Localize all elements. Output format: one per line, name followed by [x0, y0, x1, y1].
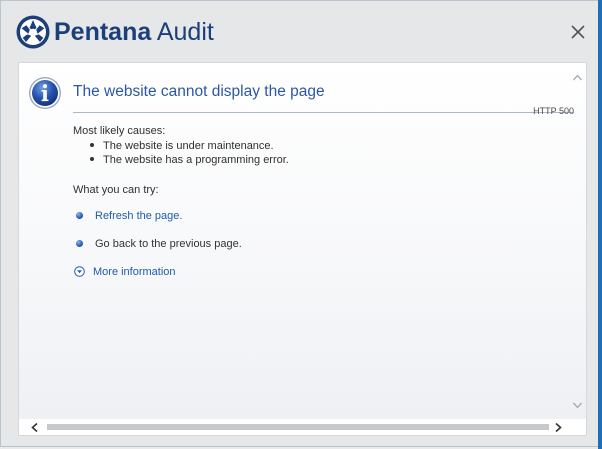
cause-text: The website is under maintenance. — [103, 140, 274, 152]
app-brand-title: Pentana Audit — [54, 15, 214, 49]
vertical-scrollbar[interactable] — [569, 63, 586, 419]
more-information-toggle[interactable]: More information — [74, 265, 176, 278]
horizontal-scroll-thumb[interactable] — [47, 424, 549, 430]
scroll-right-icon[interactable] — [554, 422, 563, 433]
scrollbar-corner — [569, 419, 586, 435]
scroll-up-icon[interactable] — [572, 73, 583, 82]
title-divider — [73, 112, 574, 113]
more-information-label: More information — [93, 266, 176, 278]
causes-heading: Most likely causes: — [73, 125, 166, 137]
action-label: Refresh the page. — [95, 210, 183, 222]
error-title: The website cannot display the page — [73, 83, 325, 100]
brand-name-bold: Pentana — [54, 18, 152, 46]
cause-text: The website has a programming error. — [103, 154, 289, 166]
bullet-dot — [90, 157, 94, 162]
blue-bullet-icon — [76, 211, 83, 219]
pentana-logo-icon — [16, 15, 50, 49]
try-heading: What you can try: — [73, 184, 159, 196]
scroll-left-icon[interactable] — [30, 422, 39, 433]
brand-name-regular: Audit — [151, 18, 214, 46]
action-label: Go back to the previous page. — [95, 238, 242, 250]
chevron-down-circle-icon — [74, 265, 85, 277]
scroll-down-icon[interactable] — [572, 401, 583, 410]
info-icon — [29, 77, 61, 109]
dialog-window: Pentana Audit The website cannot display… — [0, 0, 600, 447]
close-icon — [571, 25, 585, 39]
bullet-dot — [90, 143, 94, 148]
dialog-header: Pentana Audit — [1, 1, 601, 61]
horizontal-scrollbar[interactable] — [19, 419, 586, 435]
error-page: The website cannot display the page HTTP… — [19, 63, 586, 419]
http-status-code: HTTP 500 — [533, 106, 574, 116]
go-back-item: Go back to the previous page. — [76, 238, 242, 250]
blue-bullet-icon — [76, 239, 83, 247]
refresh-page-link[interactable]: Refresh the page. — [76, 210, 182, 222]
cause-item: The website has a programming error. — [90, 154, 289, 166]
embedded-browser-frame: The website cannot display the page HTTP… — [18, 62, 587, 436]
window-edge-accent — [598, 0, 602, 449]
close-button[interactable] — [567, 21, 589, 43]
cause-item: The website is under maintenance. — [90, 140, 274, 152]
